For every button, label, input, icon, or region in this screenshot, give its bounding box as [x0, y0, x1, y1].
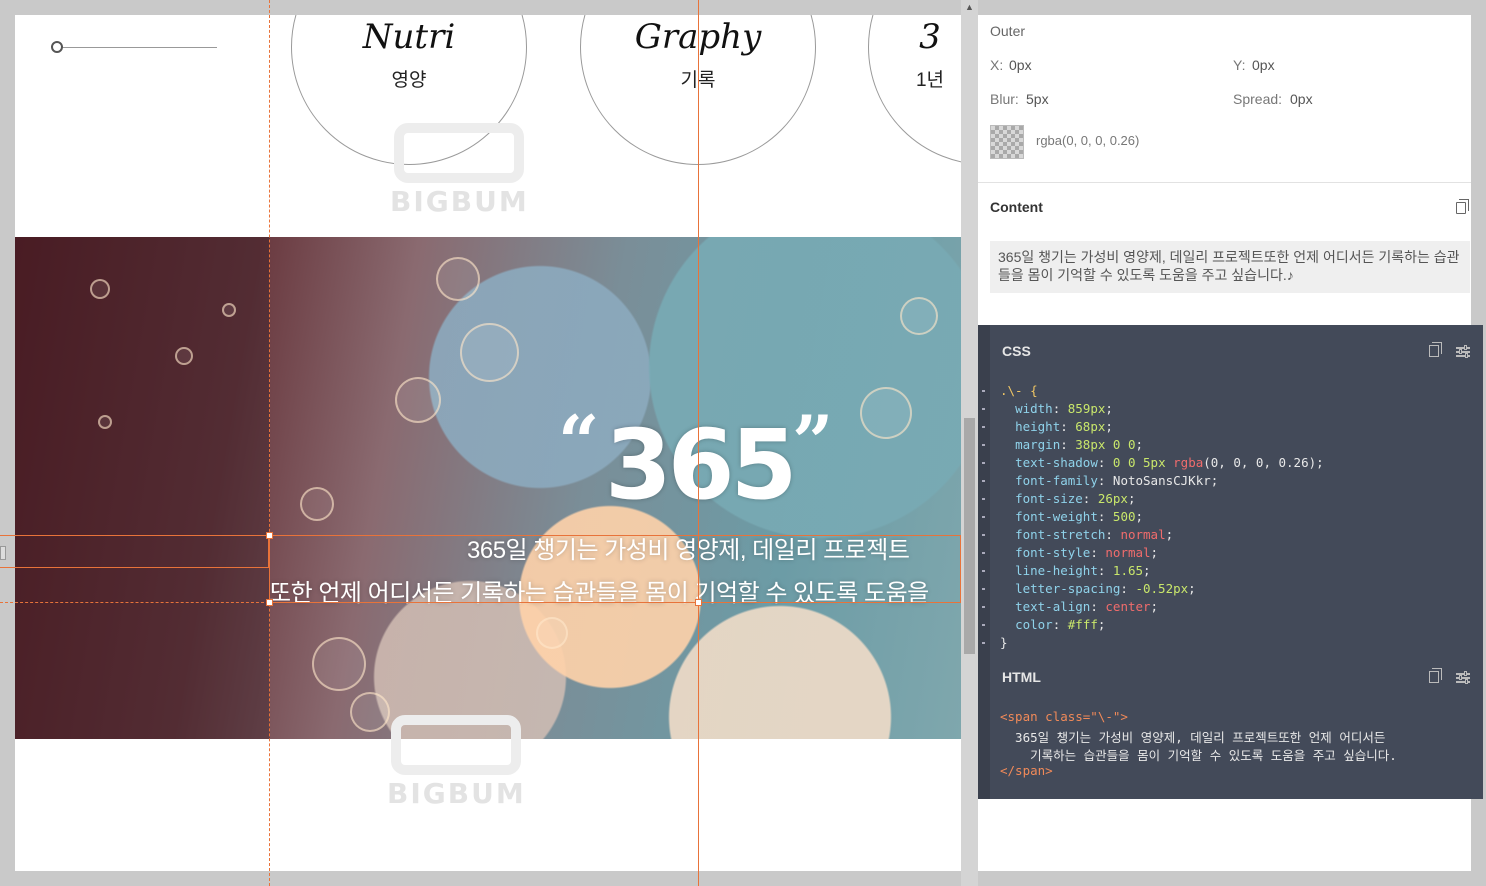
bubble [860, 387, 912, 439]
css-copy-icon[interactable] [1429, 342, 1442, 357]
scrollbar[interactable]: ▲ [961, 0, 978, 886]
bubble [300, 487, 334, 521]
left-edge-handle[interactable] [0, 546, 6, 560]
css-rule-margin: margin: 38px 0 0; [1015, 437, 1144, 452]
watermark-icon [394, 123, 525, 183]
hero-number: 365 [605, 409, 797, 521]
css-rule-text-align: text-align: center; [1015, 599, 1159, 614]
css-rule-font-style: font-style: normal; [1015, 545, 1159, 560]
gutter-marker [982, 642, 985, 644]
gutter-marker [982, 444, 985, 446]
css-settings-icon[interactable] [1456, 345, 1470, 358]
shadow-spread-value[interactable]: 0px [1290, 91, 1313, 107]
resize-handle[interactable] [695, 599, 702, 606]
quote-open: “ [558, 399, 600, 484]
bubble [222, 303, 236, 317]
html-heading: HTML [1002, 669, 1041, 685]
content-text-box[interactable]: 365일 챙기는 가성비 영양제, 데일리 프로젝트또한 언제 어디서든 기록하… [990, 241, 1470, 293]
resize-handle[interactable] [266, 532, 273, 539]
shadow-blur-value[interactable]: 5px [1026, 91, 1049, 107]
gutter-marker [982, 390, 985, 392]
bubble [90, 279, 110, 299]
shadow-color-value[interactable]: rgba(0, 0, 0, 0.26) [1036, 133, 1139, 148]
watermark-text: BIGBUM [390, 185, 529, 218]
shadow-y-label: Y: [1233, 57, 1246, 73]
css-rule-font-stretch: font-stretch: normal; [1015, 527, 1174, 542]
bubble [536, 617, 568, 649]
css-rule-height: height: 68px; [1015, 419, 1113, 434]
shadow-y-value[interactable]: 0px [1252, 57, 1275, 73]
bubble [900, 297, 938, 335]
gutter-marker [982, 426, 985, 428]
shadow-color-swatch[interactable] [990, 125, 1024, 159]
gutter-marker [982, 480, 985, 482]
html-close-tag: </span> [1000, 763, 1053, 778]
css-rule-width: width: 859px; [1015, 401, 1113, 416]
gutter-marker [982, 588, 985, 590]
bubble [312, 637, 366, 691]
gutter-marker [982, 408, 985, 410]
shadow-x-label: X: [990, 57, 1004, 73]
margin-guide [0, 602, 269, 603]
slider-track[interactable] [62, 47, 217, 48]
content-heading: Content [990, 199, 1043, 215]
shadow-spread-label: Spread: [1233, 91, 1283, 107]
shadow-blur-label: Blur: [990, 91, 1019, 107]
copy-icon[interactable] [1456, 199, 1469, 214]
html-copy-icon[interactable] [1429, 668, 1442, 683]
gutter-marker [982, 516, 985, 518]
watermark-icon [391, 715, 522, 775]
watermark-logo-bottom: BIGBUM [387, 715, 526, 810]
gutter-marker [982, 498, 985, 500]
html-open-tag: <span class="\-"> [1000, 709, 1128, 724]
html-settings-icon[interactable] [1456, 671, 1470, 684]
resize-handle[interactable] [266, 599, 273, 606]
css-rule-font-size: font-size: 26px; [1015, 491, 1136, 506]
bubble [395, 377, 441, 423]
center-guide[interactable] [698, 0, 699, 886]
nutri-subtitle: 영양 [391, 70, 427, 91]
bubble [98, 415, 112, 429]
css-rule-color: color: #fff; [1015, 617, 1106, 632]
css-heading: CSS [1002, 343, 1031, 359]
gutter-marker [982, 606, 985, 608]
gutter-marker [982, 624, 985, 626]
third-subtitle: 1년 [915, 70, 945, 91]
divider [978, 182, 1471, 183]
hero-image-section[interactable]: “ 365 ” 365일 챙기는 가성비 영양제, 데일리 프로젝트 또한 언제… [15, 237, 961, 739]
selection-box[interactable] [269, 535, 961, 603]
scroll-up-icon[interactable]: ▲ [965, 2, 974, 12]
slider-knob[interactable] [51, 41, 63, 53]
gutter-marker [982, 534, 985, 536]
html-body-line-1: 365일 챙기는 가성비 영양제, 데일리 프로젝트또한 언제 어디서든 [1000, 730, 1386, 745]
css-rule-letter-spacing: letter-spacing: -0.52px; [1015, 581, 1196, 596]
css-rule-line-height: line-height: 1.65; [1015, 563, 1151, 578]
design-canvas[interactable]: Nutri 영양 Graphy 기록 3 1년 BIGBUM “ 365 ” 3… [15, 15, 961, 871]
quote-close: ” [792, 399, 834, 484]
code-gutter [978, 325, 990, 799]
vertical-guide[interactable] [269, 0, 270, 886]
watermark-logo: BIGBUM [390, 123, 529, 218]
shadow-type-label: Outer [990, 23, 1026, 39]
css-close-line: } [1000, 635, 1008, 650]
bubble [436, 257, 480, 301]
css-selector-line: .\- { [1000, 383, 1038, 398]
gutter-marker [982, 552, 985, 554]
code-panel: CSS .\- { width: 859px; height: 68px; ma… [978, 325, 1483, 799]
watermark-text: BIGBUM [387, 777, 526, 810]
gutter-marker [982, 462, 985, 464]
scrollbar-thumb[interactable] [964, 418, 975, 654]
html-body-line-2: 기록하는 습관들을 몸이 기억할 수 있도록 도움을 주고 싶습니다. [1000, 748, 1397, 763]
bubble [460, 323, 519, 382]
bubble [350, 692, 390, 732]
shadow-x-value[interactable]: 0px [1009, 57, 1032, 73]
gutter-marker [982, 570, 985, 572]
css-rule-font-family: font-family: NotoSansCJKkr; [1015, 473, 1219, 488]
third-title: 3 [919, 17, 941, 57]
nutri-title: Nutri [362, 17, 456, 57]
margin-indicator [0, 535, 269, 568]
bubble [175, 347, 193, 365]
css-rule-font-weight: font-weight: 500; [1015, 509, 1144, 524]
css-rule-text-shadow: text-shadow: 0 0 5px rgba(0, 0, 0, 0.26)… [1015, 455, 1324, 470]
